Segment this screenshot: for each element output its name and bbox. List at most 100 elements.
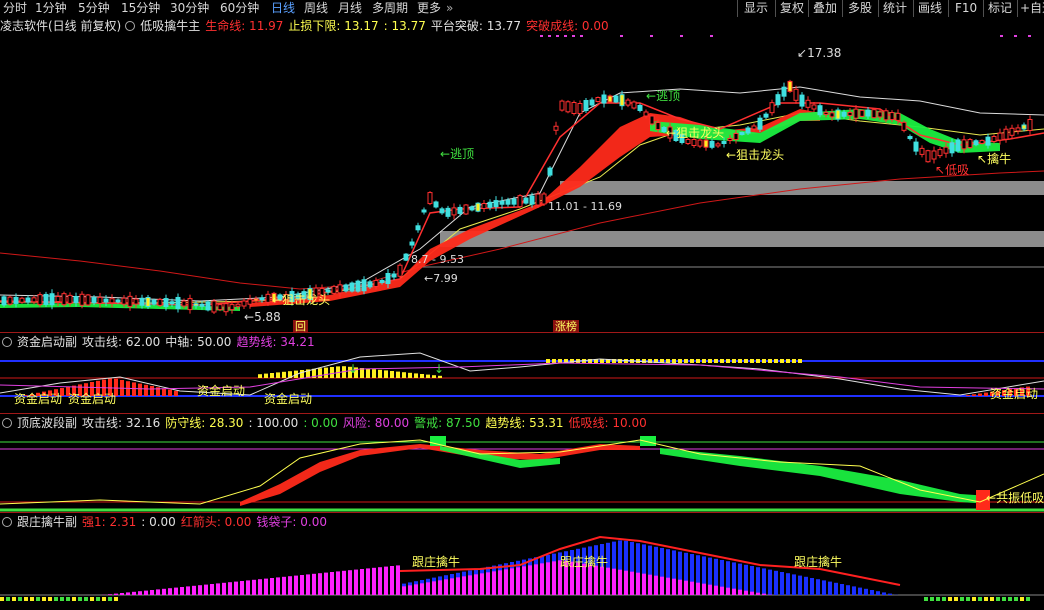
volume-bar-magenta	[588, 564, 592, 595]
capital-bar	[318, 368, 322, 378]
candle-body	[1009, 127, 1015, 136]
capital-bar	[330, 367, 334, 378]
multi-stock-button[interactable]: 多股	[848, 0, 872, 16]
candle-body	[97, 296, 103, 304]
snipe-label-3: ←狙击龙头	[272, 293, 331, 307]
top-bottom-pane[interactable]: 顶底波段副 攻击线: 32.16 防守线: 28.30: 100.00: 0.00 风…	[0, 414, 1044, 512]
settings-icon[interactable]	[2, 418, 12, 428]
candle-body	[985, 136, 991, 146]
candle-body	[901, 121, 907, 131]
pane1-trend: 趋势线: 34.21	[236, 335, 315, 349]
snipe-label-2: ←狙击龙头	[666, 126, 725, 140]
candle-body	[445, 207, 451, 217]
volume-bar-magenta	[726, 587, 730, 595]
candle-body	[637, 105, 643, 111]
volume-bar-magenta	[456, 577, 460, 595]
volume-bar-magenta	[498, 570, 502, 595]
volume-bar-small	[96, 597, 100, 601]
tab-more[interactable]: 更多	[417, 1, 441, 16]
display-button[interactable]: 显示	[744, 0, 768, 16]
tab-15min[interactable]: 15分钟	[121, 1, 160, 16]
candle-body	[817, 105, 823, 116]
tab-multi-period[interactable]: 多周期	[372, 1, 408, 16]
volume-bar-blue	[762, 568, 766, 595]
volume-bar-blue	[834, 582, 838, 595]
wave-ribbon-green-2	[660, 448, 990, 504]
candle-body	[385, 273, 391, 284]
tab-daily[interactable]: 日线	[271, 1, 295, 16]
adjust-button[interactable]: 复权	[780, 0, 804, 16]
capital-bar	[684, 359, 688, 363]
overlay-button[interactable]: 叠加	[813, 0, 837, 16]
volume-bar-small	[930, 597, 934, 601]
volume-bar-magenta	[348, 570, 352, 595]
volume-bar-magenta	[450, 578, 454, 595]
candle-body	[247, 298, 253, 305]
tab-weekly[interactable]: 周线	[304, 1, 328, 16]
candle-body	[895, 112, 901, 121]
settings-icon[interactable]	[2, 517, 12, 527]
volume-bar-blue	[876, 591, 880, 595]
candle-body	[397, 264, 403, 277]
candle-body	[457, 206, 463, 214]
volume-bar-magenta	[552, 561, 556, 595]
volume-bar-magenta	[486, 572, 490, 595]
capital-start-pane[interactable]: ↓ ↓ 资金启动副 攻击线: 62.00 中轴: 50.00 趋势线: 34.21 资金…	[0, 333, 1044, 413]
candle-body	[13, 296, 19, 304]
settings-icon[interactable]	[125, 21, 136, 31]
volume-bar-magenta	[216, 583, 220, 595]
volume-bar-small	[72, 597, 76, 601]
tab-fenshi[interactable]: 分时	[3, 1, 27, 16]
signal-marker	[540, 35, 543, 37]
capital-bar	[762, 359, 766, 363]
volume-bar-small	[108, 597, 112, 601]
candle-body	[163, 298, 169, 308]
volume-bar-magenta	[750, 591, 754, 595]
candle-body	[1015, 127, 1021, 132]
candle-body	[253, 298, 259, 302]
signal-marker	[556, 35, 559, 37]
draw-line-button[interactable]: 画线	[918, 0, 942, 16]
candle-body	[649, 115, 655, 125]
tab-5min[interactable]: 5分钟	[78, 1, 110, 16]
candle-body	[643, 111, 649, 117]
volume-bar-magenta	[210, 584, 214, 595]
candle-body	[535, 193, 541, 206]
tab-60min[interactable]: 60分钟	[220, 1, 259, 16]
capital-bar	[726, 359, 730, 363]
candle-body	[541, 193, 547, 205]
candle-body	[427, 192, 433, 205]
chevron-right-icon[interactable]: »	[446, 1, 453, 16]
tab-1min[interactable]: 1分钟	[35, 1, 67, 16]
volume-bar-magenta	[402, 586, 406, 595]
candle-body	[685, 139, 691, 144]
capital-bar	[378, 369, 382, 378]
candle-body	[499, 200, 505, 205]
candle-body	[913, 141, 919, 152]
follow-dealer-pane[interactable]: 跟庄擒牛副 强1: 2.31: 0.00 红箭头: 0.00 钱袋子: 0.00 跟庄…	[0, 513, 1044, 610]
tab-monthly[interactable]: 月线	[338, 1, 362, 16]
volume-bar-magenta	[294, 575, 298, 595]
capital-bar	[264, 373, 268, 378]
signal-marker	[710, 35, 713, 37]
candle-body	[517, 195, 523, 208]
signal-marker	[580, 35, 583, 37]
stats-button[interactable]: 统计	[883, 0, 907, 16]
capital-bar	[714, 359, 718, 363]
candle-body	[367, 281, 373, 288]
candle-body	[199, 303, 205, 307]
volume-bar-small	[984, 597, 988, 601]
capital-bar	[144, 384, 148, 396]
capital-bar	[408, 372, 412, 378]
candle-body	[559, 100, 565, 111]
volume-bar-small	[60, 597, 64, 601]
f10-button[interactable]: F10	[955, 0, 977, 16]
capital-bar	[276, 372, 280, 378]
candle-body	[31, 297, 37, 303]
main-chart-pane[interactable]: 凌志软件(日线 前复权) 低吸擒牛主 生命线: 11.97 止损下限: 13.17: …	[0, 17, 1044, 332]
add-watchlist-button[interactable]: +自选	[1020, 0, 1044, 16]
candle-body	[139, 297, 145, 306]
mark-button[interactable]: 标记	[988, 0, 1012, 16]
settings-icon[interactable]	[2, 337, 12, 347]
tab-30min[interactable]: 30分钟	[170, 1, 209, 16]
